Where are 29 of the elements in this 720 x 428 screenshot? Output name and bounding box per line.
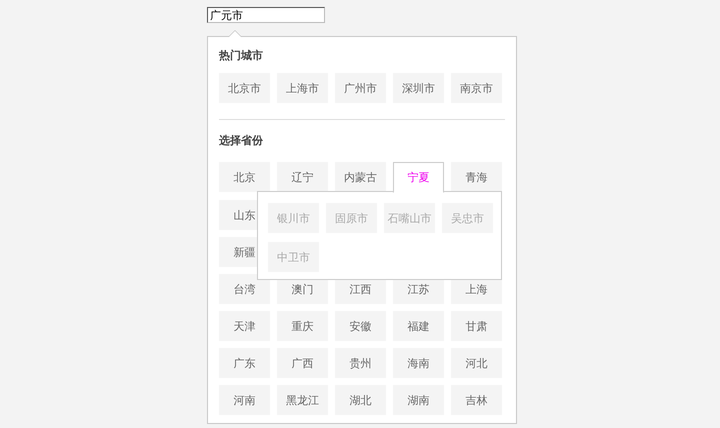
section-title: 选择省份: [219, 133, 264, 149]
province-tab[interactable]: 内蒙古: [335, 162, 386, 192]
province-tab[interactable]: 北京: [219, 162, 270, 192]
province-tab[interactable]: 宁夏: [393, 162, 444, 193]
province-tab[interactable]: 福建: [393, 311, 444, 341]
province-tab[interactable]: 海南: [393, 348, 444, 378]
province-tab[interactable]: 安徽: [335, 311, 386, 341]
province-tab[interactable]: 贵州: [335, 348, 386, 378]
hot-city-option[interactable]: 北京市: [219, 73, 270, 103]
province-tab[interactable]: 广西: [277, 348, 328, 378]
province-tab[interactable]: 甘肃: [451, 311, 502, 341]
province-tab[interactable]: 辽宁: [277, 162, 328, 192]
hot-city-option[interactable]: 广州市: [335, 73, 386, 103]
province-tab[interactable]: 青海: [451, 162, 502, 192]
city-search-field[interactable]: 广元市: [207, 7, 325, 23]
province-tab[interactable]: 河北: [451, 348, 502, 378]
province-tab[interactable]: 重庆: [277, 311, 328, 341]
province-tab[interactable]: 湖南: [393, 385, 444, 415]
hot-city-option[interactable]: 南京市: [451, 73, 502, 103]
province-tab[interactable]: 黑龙江: [277, 385, 328, 415]
section-title: 热门城市: [219, 48, 264, 64]
province-tab[interactable]: 广东: [219, 348, 270, 378]
hot-city-option[interactable]: 上海市: [277, 73, 328, 103]
province-tab[interactable]: 河南: [219, 385, 270, 415]
province-tab[interactable]: 湖北: [335, 385, 386, 415]
hot-city-option[interactable]: 深圳市: [393, 73, 444, 103]
province-tab[interactable]: 台湾: [219, 274, 270, 304]
province-tab[interactable]: 吉林: [451, 385, 502, 415]
province-tab[interactable]: 天津: [219, 311, 270, 341]
